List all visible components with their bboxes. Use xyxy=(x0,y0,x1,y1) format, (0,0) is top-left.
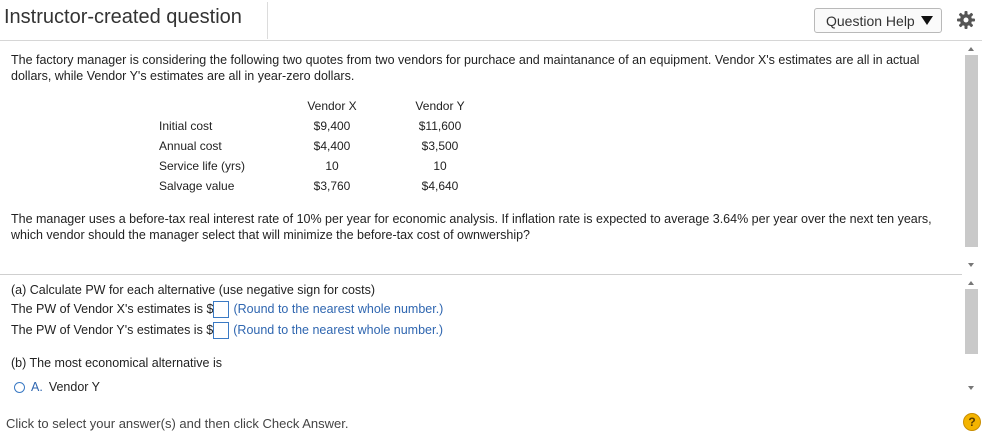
help-icon[interactable]: ? xyxy=(963,413,981,431)
answer-scrollbar[interactable] xyxy=(963,275,980,400)
row-label: Service life (yrs) xyxy=(159,159,246,173)
question-help-label: Question Help xyxy=(826,12,915,29)
scroll-thumb[interactable] xyxy=(965,289,978,354)
header-vendor-y: Vendor Y xyxy=(415,99,465,113)
footer-instruction: Click to select your answer(s) and then … xyxy=(6,416,349,431)
pw-x-line: The PW of Vendor X's estimates is $ (Roun… xyxy=(11,301,443,318)
pw-y-input[interactable] xyxy=(213,322,230,339)
scroll-thumb[interactable] xyxy=(965,55,978,247)
option-a-label: Vendor Y xyxy=(48,380,101,394)
scroll-down-icon[interactable] xyxy=(968,263,974,267)
round-hint: (Round to the nearest whole number.) xyxy=(233,301,444,316)
page-title: Instructor-created question xyxy=(4,6,242,28)
pw-y-label: The PW of Vendor Y's estimates is $ xyxy=(11,322,214,337)
row-label: Initial cost xyxy=(159,119,213,133)
row-value-x: $3,760 xyxy=(313,179,351,193)
row-value-x: $4,400 xyxy=(313,139,351,153)
answer-pane: (a) Calculate PW for each alternative (u… xyxy=(0,275,962,405)
round-hint: (Round to the nearest whole number.) xyxy=(233,322,444,337)
part-a-prompt: (a) Calculate PW for each alternative (u… xyxy=(11,283,376,297)
header-divider xyxy=(267,2,268,39)
question-body: The manager uses a before-tax real inter… xyxy=(11,212,932,242)
option-a-vendor-y[interactable]: A. Vendor Y xyxy=(14,380,100,394)
scroll-down-icon[interactable] xyxy=(968,386,974,390)
question-help-button[interactable]: Question Help xyxy=(814,8,942,33)
row-value-y: $3,500 xyxy=(421,139,459,153)
pw-x-input[interactable] xyxy=(213,301,230,318)
pw-x-label: The PW of Vendor X's estimates is $ xyxy=(11,301,214,316)
scroll-up-icon[interactable] xyxy=(968,47,974,51)
row-value-x: 10 xyxy=(325,159,339,173)
row-value-x: $9,400 xyxy=(313,119,351,133)
vendor-table: Vendor X Vendor Y Initial cost $9,400 $1… xyxy=(0,99,600,199)
dropdown-caret-icon xyxy=(920,16,933,25)
row-value-y: 10 xyxy=(433,159,447,173)
row-label: Salvage value xyxy=(159,179,235,193)
radio-option-a[interactable] xyxy=(14,381,25,393)
pw-y-line: The PW of Vendor Y's estimates is $ (Roun… xyxy=(11,322,443,339)
question-scrollbar[interactable] xyxy=(963,41,980,274)
question-pane: The factory manager is considering the f… xyxy=(0,41,962,274)
option-a-letter: A. xyxy=(31,380,43,394)
header-vendor-x: Vendor X xyxy=(307,99,357,113)
row-value-y: $4,640 xyxy=(421,179,459,193)
question-header: Instructor-created question Question Hel… xyxy=(0,0,982,41)
scroll-up-icon[interactable] xyxy=(968,281,974,285)
row-value-y: $11,600 xyxy=(418,119,462,133)
part-b-prompt: (b) The most economical alternative is xyxy=(11,356,222,370)
question-intro: The factory manager is considering the f… xyxy=(11,53,920,83)
row-label: Annual cost xyxy=(159,139,222,153)
gear-icon[interactable] xyxy=(956,10,976,30)
